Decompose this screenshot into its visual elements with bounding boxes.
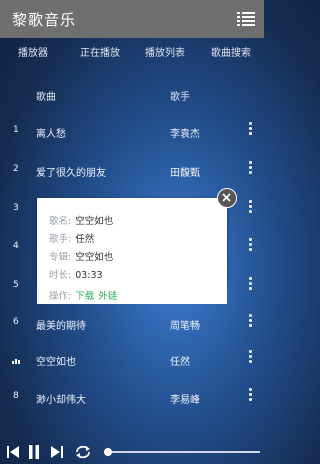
more-options-icon[interactable] <box>246 161 254 179</box>
popup-album-label: 专辑: <box>49 252 72 263</box>
list-item[interactable]: 6 最美的期待 周笔畅 <box>0 307 264 339</box>
song-number: 8 <box>13 391 19 401</box>
tab-playlist[interactable]: 播放列表 <box>145 44 185 59</box>
more-options-icon[interactable] <box>246 314 254 332</box>
header-song: 歌曲 <box>36 92 56 103</box>
song-number: 3 <box>13 203 19 213</box>
popup-artist-value: 任然 <box>75 234 95 245</box>
popup-duration-line: 时长: 03:33 <box>49 267 103 281</box>
song-info-popup: 歌名: 空空如也 歌手: 任然 专辑: 空空如也 时长: 03:33 <box>37 198 227 286</box>
song-artist: 田馥甄 <box>170 168 200 179</box>
song-artist: 任然 <box>170 357 190 368</box>
song-number: 6 <box>13 317 19 327</box>
list-item[interactable]: 1 离人愁 李袁杰 <box>0 115 264 147</box>
close-icon <box>222 193 231 202</box>
popup-album-line: 专辑: 空空如也 <box>49 249 113 263</box>
popup-ops-label: 操作: <box>49 291 72 302</box>
app-title: 黎歌音乐 <box>12 11 77 29</box>
popup-artist-label: 歌手: <box>49 234 72 245</box>
popup-artist-line: 歌手: 任然 <box>49 231 94 245</box>
song-artist: 李袁杰 <box>170 129 200 140</box>
song-artist: 周笔畅 <box>170 321 200 332</box>
more-options-icon[interactable] <box>246 238 254 256</box>
header-artist: 歌手 <box>170 92 190 103</box>
title-bar: 黎歌音乐 <box>0 0 264 38</box>
list-header: 歌曲 歌手 <box>0 84 264 104</box>
repeat-icon[interactable] <box>74 444 92 460</box>
song-number: 4 <box>13 241 19 251</box>
popup-song-value: 空空如也 <box>75 216 114 227</box>
song-title: 最美的期待 <box>36 321 86 332</box>
popup-song-label: 歌名: <box>49 216 72 227</box>
download-link[interactable]: 下载 <box>75 291 94 302</box>
popup-ops-line-fg: 操作: 下载 外链 <box>49 288 117 302</box>
tab-player[interactable]: 播放器 <box>18 44 48 59</box>
next-track-icon[interactable] <box>50 444 64 460</box>
now-playing-icon <box>12 356 22 364</box>
close-popup-button[interactable] <box>217 188 237 208</box>
more-options-icon[interactable] <box>246 388 254 406</box>
tab-bar: 播放器 正在播放 播放列表 歌曲搜索 <box>0 38 264 64</box>
song-title: 离人愁 <box>36 129 66 140</box>
list-item-playing[interactable]: 空空如也 任然 <box>0 343 264 375</box>
popup-duration-label: 时长: <box>49 270 72 281</box>
song-artist: 李易峰 <box>170 395 200 406</box>
popup-duration-value: 03:33 <box>75 270 103 281</box>
tab-now-playing[interactable]: 正在播放 <box>80 44 120 59</box>
progress-track[interactable] <box>110 451 260 453</box>
song-number: 1 <box>13 125 19 135</box>
song-title: 渺小却伟大 <box>36 395 86 406</box>
previous-track-icon[interactable] <box>6 444 20 460</box>
popup-song-line: 歌名: 空空如也 <box>49 213 113 227</box>
song-number: 2 <box>13 164 19 174</box>
more-options-icon[interactable] <box>246 350 254 368</box>
tab-song-search[interactable]: 歌曲搜索 <box>211 44 251 59</box>
progress-handle[interactable] <box>104 448 112 456</box>
menu-list-icon[interactable] <box>237 11 255 27</box>
more-options-icon[interactable] <box>246 277 254 295</box>
song-title: 爱了很久的朋友 <box>36 168 106 179</box>
list-item[interactable]: 8 渺小却伟大 李易峰 <box>0 381 264 413</box>
more-options-icon[interactable] <box>246 122 254 140</box>
player-bar <box>0 440 264 464</box>
more-options-icon[interactable] <box>246 200 254 218</box>
external-link[interactable]: 外链 <box>98 291 117 302</box>
pause-icon[interactable] <box>27 444 41 460</box>
popup-album-value: 空空如也 <box>75 252 114 263</box>
list-item[interactable]: 2 爱了很久的朋友 田馥甄 <box>0 154 264 186</box>
song-title: 空空如也 <box>36 357 76 368</box>
song-number: 5 <box>13 280 19 290</box>
